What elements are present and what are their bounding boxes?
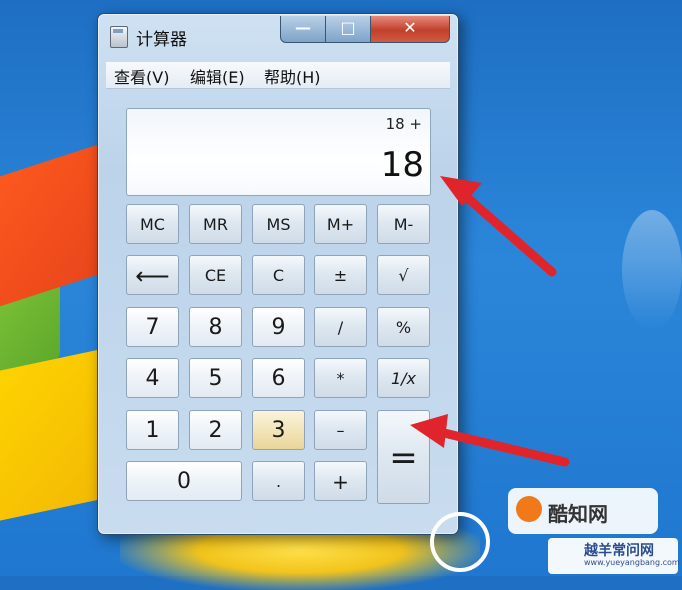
watermark-url: www.yueyangbang.com (584, 558, 680, 567)
watermark-brand-2: 越羊常问网 (584, 543, 654, 559)
watermark-logo-icon (430, 512, 490, 572)
watermark-dot-icon (516, 496, 542, 522)
watermark-badge-2: 越羊常问网 www.yueyangbang.com (548, 538, 680, 574)
arrow-to-display (440, 176, 557, 277)
watermark-badge: 酷知网 (508, 488, 658, 534)
watermark-brand: 酷知网 (548, 502, 608, 526)
arrow-to-equals (410, 414, 570, 467)
